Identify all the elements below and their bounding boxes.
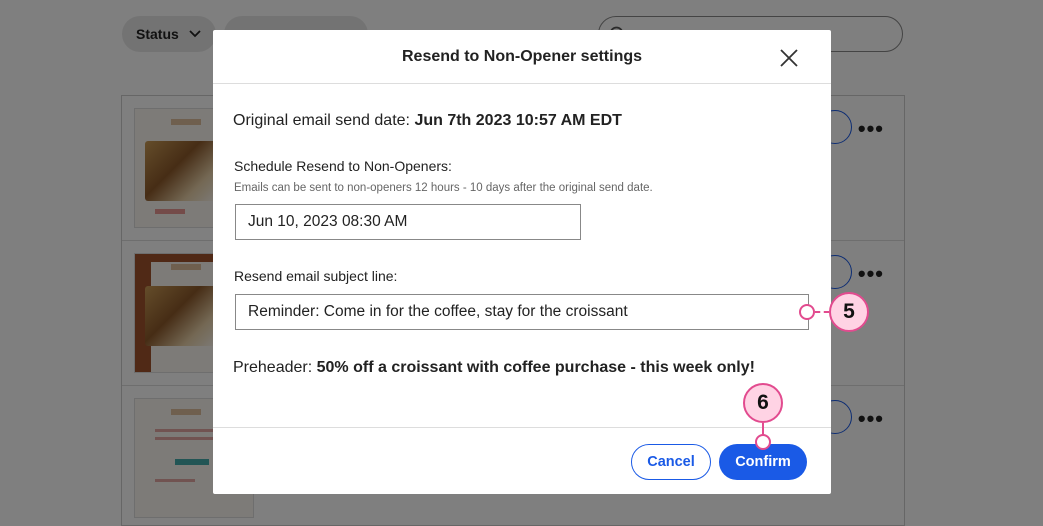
schedule-datetime-input[interactable] [235, 204, 581, 240]
callout-connector [815, 311, 829, 313]
original-send-date: Original email send date: Jun 7th 2023 1… [233, 112, 622, 130]
callout-anchor [799, 304, 815, 320]
subject-label: Resend email subject line: [234, 268, 398, 284]
callout-anchor [755, 434, 771, 450]
subject-line-input[interactable] [235, 294, 809, 330]
dialog-header: Resend to Non-Opener settings [213, 30, 831, 84]
original-send-date-label: Original email send date: [233, 112, 410, 129]
preheader: Preheader: 50% off a croissant with coff… [233, 359, 755, 377]
schedule-label: Schedule Resend to Non-Openers: [234, 158, 452, 174]
preheader-label: Preheader: [233, 359, 313, 376]
dialog-title: Resend to Non-Opener settings [401, 48, 643, 65]
cancel-button[interactable]: Cancel [631, 444, 711, 480]
step-callout-6: 6 [743, 383, 783, 423]
preheader-value: 50% off a croissant with coffee purchase… [316, 359, 755, 376]
resend-settings-dialog: Resend to Non-Opener settings Original e… [213, 30, 831, 494]
original-send-date-value: Jun 7th 2023 10:57 AM EDT [414, 112, 622, 129]
close-icon[interactable] [778, 47, 800, 69]
step-callout-5: 5 [829, 292, 869, 332]
dialog-footer-divider [213, 427, 831, 428]
schedule-help-text: Emails can be sent to non-openers 12 hou… [234, 182, 653, 194]
